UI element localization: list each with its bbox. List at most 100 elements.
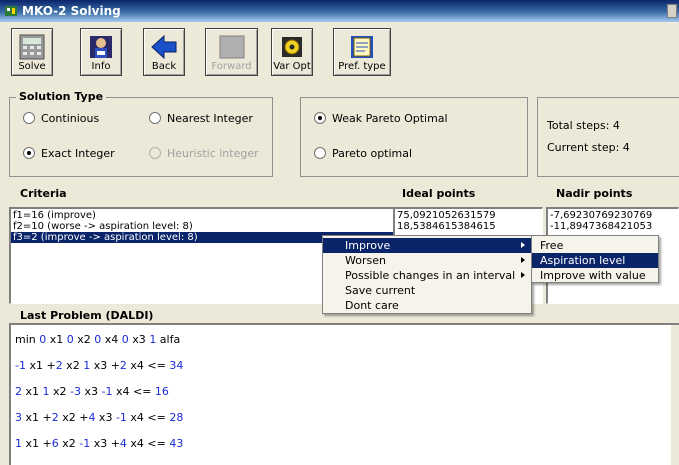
eq-text: x1 + (22, 411, 52, 424)
pref-type-button[interactable]: Pref. type (333, 28, 391, 76)
submenu-arrow-icon (521, 272, 525, 278)
var-opt-button[interactable]: Var Opt (271, 28, 313, 76)
solve-button[interactable]: Solve (11, 28, 53, 76)
toolbar: Solve Info Back Forward Var Opt Pref. ty… (0, 22, 679, 80)
total-steps-text: Total steps: 4 (547, 119, 620, 132)
eq-text: x2 (62, 359, 84, 372)
submenu-item-improve-with-value[interactable]: Improve with value (532, 268, 658, 283)
criteria-header: Criteria (20, 187, 67, 200)
settings-gear-icon (282, 37, 302, 57)
eq-rhs: 28 (169, 411, 184, 424)
eq-text: x3 (128, 333, 150, 346)
menu-item-possible-changes[interactable]: Possible changes in an interval (323, 268, 531, 283)
solution-type-legend: Solution Type (16, 90, 107, 103)
eq-coefficient: 2 (51, 411, 59, 424)
eq-text: x2 (58, 437, 80, 450)
calculator-icon (19, 34, 45, 60)
constraint-line: 1 x1 +6 x2 -1 x3 +4 x4 <= 43 (15, 437, 183, 450)
radio-circle (23, 112, 35, 124)
menu-item-improve[interactable]: Improve (323, 238, 531, 253)
ideal-point-row: 75,0921052631579 (397, 210, 496, 221)
menu-item-label: Save current (345, 284, 416, 297)
eq-rhs: 16 (154, 385, 169, 398)
eq-text: x4 <= (126, 359, 170, 372)
ideal-point-row: 18,5384615384615 (397, 221, 496, 232)
eq-text: x3 + (90, 359, 120, 372)
submenu-item-aspiration-level[interactable]: Aspiration level (532, 253, 658, 268)
forward-button[interactable]: Forward (205, 28, 258, 76)
objective-line: min 0 x1 0 x2 0 x4 0 x3 1 alfa (15, 333, 180, 346)
vertical-scrollbar[interactable] (671, 325, 679, 465)
eq-coefficient: 1 (15, 437, 22, 450)
var-opt-label: Var Opt (273, 61, 311, 72)
pareto-label: Pareto optimal (332, 147, 413, 160)
constraint-line: 2 x1 1 x2 -3 x3 -1 x4 <= 16 (15, 385, 169, 398)
back-label: Back (151, 61, 177, 72)
eq-text: x2 + (58, 411, 89, 424)
eq-coefficient: 0 (66, 333, 74, 346)
eq-text: x1 (46, 333, 67, 346)
eq-text: x1 + (22, 437, 52, 450)
eq-text: x4 <= (126, 437, 170, 450)
close-button[interactable] (667, 4, 677, 18)
back-arrow-icon (151, 34, 177, 60)
back-button[interactable]: Back (143, 28, 185, 76)
eq-text: x1 + (25, 359, 56, 372)
info-person-icon (90, 36, 112, 58)
eq-coefficient: -1 (115, 411, 127, 424)
eq-text: x2 (49, 385, 71, 398)
eq-coefficient: 2 (119, 359, 127, 372)
eq-rhs: 43 (169, 437, 184, 450)
criteria-row[interactable]: f1=16 (improve) (11, 210, 394, 221)
app-icon (5, 6, 17, 16)
eq-coefficient: 3 (15, 411, 22, 424)
radio-circle (314, 147, 326, 159)
eq-text: x2 (73, 333, 95, 346)
eq-text: x3 (81, 385, 102, 398)
exact-integer-label: Exact Integer (41, 147, 115, 160)
menu-item-dont-care[interactable]: Dont care (323, 298, 531, 313)
solution-type-group: Solution Type Continious Nearest Integer… (9, 90, 273, 177)
constraint-line: 3 x1 +2 x2 +4 x3 -1 x4 <= 28 (15, 411, 183, 424)
menu-item-label: Dont care (345, 299, 399, 312)
notepad-icon (351, 36, 373, 58)
eq-coefficient: -1 (15, 359, 26, 372)
forward-label: Forward (211, 61, 252, 72)
last-problem-title: Last Problem (DALDI) (20, 309, 154, 322)
info-label: Info (91, 61, 111, 72)
submenu-arrow-icon (521, 242, 525, 248)
current-step-text: Current step: 4 (547, 141, 630, 154)
criteria-row[interactable]: f2=10 (worse -> aspiration level: 8) (11, 221, 394, 232)
nadir-points-header: Nadir points (556, 187, 633, 200)
constraint-line: -1 x1 +2 x2 1 x3 +2 x4 <= 34 (15, 359, 183, 372)
problem-text-area[interactable]: min 0 x1 0 x2 0 x4 0 x3 1 alfa -1 x1 + 2 … (9, 323, 679, 465)
radio-circle (314, 112, 326, 124)
info-button[interactable]: Info (80, 28, 122, 76)
pref-type-label: Pref. type (338, 61, 386, 72)
menu-item-save-current[interactable]: Save current (323, 283, 531, 298)
eq-text: alfa (156, 333, 181, 346)
nearest-integer-label: Nearest Integer (167, 112, 253, 125)
eq-text: x3 (95, 411, 116, 424)
eq-coefficient: 4 (119, 437, 127, 450)
submenu: Free Aspiration level Improve with value (531, 235, 659, 283)
title-bar: MKO-2 Solving (0, 0, 679, 22)
forward-placeholder-icon (219, 35, 244, 59)
window-title: MKO-2 Solving (22, 4, 121, 18)
eq-text: x3 + (90, 437, 120, 450)
submenu-arrow-icon (521, 257, 525, 263)
weak-pareto-label: Weak Pareto Optimal (332, 112, 448, 125)
pareto-type-group: Weak Pareto Optimal Pareto optimal (300, 97, 528, 177)
eq-coefficient: 1 (42, 385, 50, 398)
menu-item-label: Improve (345, 239, 391, 252)
ideal-points-header: Ideal points (402, 187, 476, 200)
menu-item-worsen[interactable]: Worsen (323, 253, 531, 268)
submenu-item-free[interactable]: Free (532, 238, 658, 253)
heuristic-integer-label: Heuristic integer (167, 147, 259, 160)
radio-circle (23, 147, 35, 159)
eq-rhs: 34 (169, 359, 184, 372)
eq-coefficient: -1 (101, 385, 113, 398)
menu-item-label: Worsen (345, 254, 386, 267)
eq-text: min (15, 333, 40, 346)
eq-text: x1 (22, 385, 43, 398)
